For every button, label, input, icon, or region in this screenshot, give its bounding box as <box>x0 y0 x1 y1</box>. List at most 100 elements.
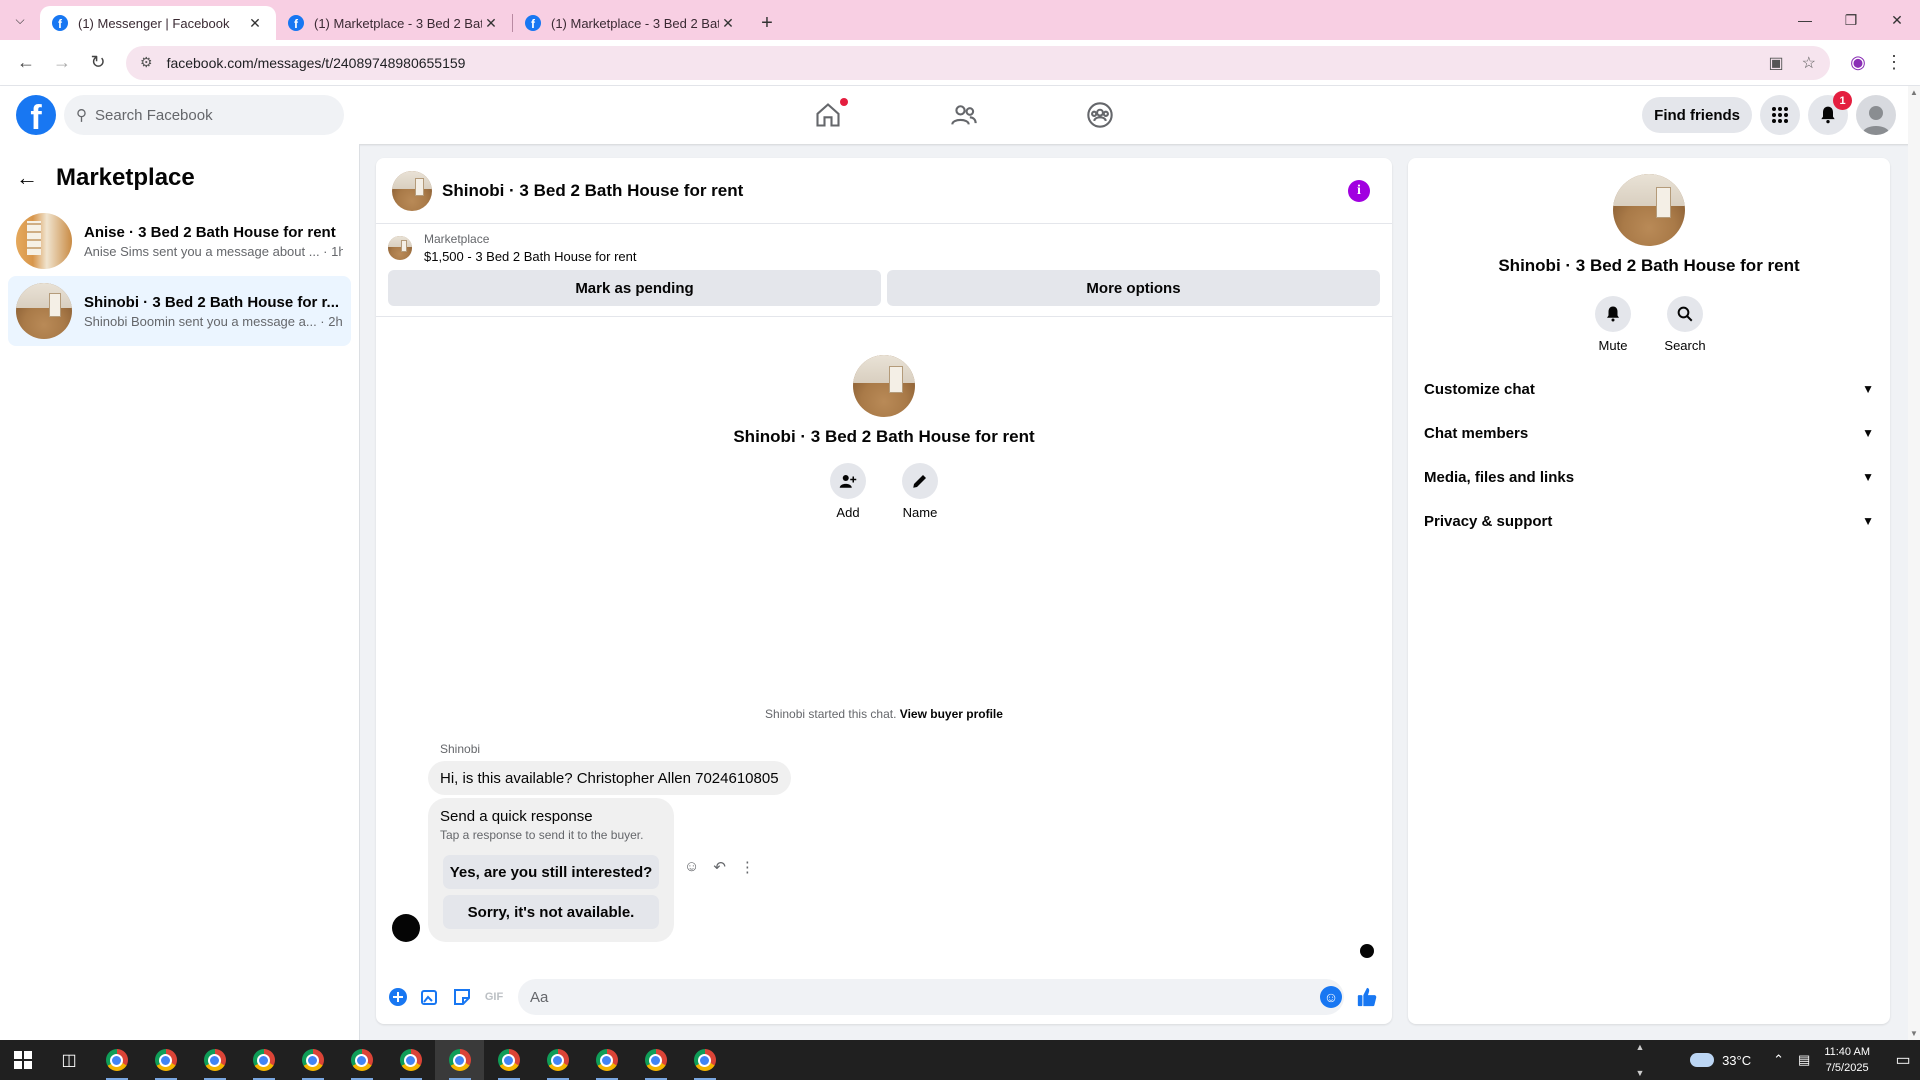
taskbar-chrome-13[interactable] <box>680 1040 729 1080</box>
bookmark-star-icon[interactable]: ☆ <box>1802 53 1816 73</box>
conversation-item-shinobi[interactable]: Shinobi · 3 Bed 2 Bath House for r... Sh… <box>8 276 351 346</box>
conversation-item-anise[interactable]: Anise · 3 Bed 2 Bath House for rent Anis… <box>8 206 351 276</box>
message-input[interactable] <box>518 979 1344 1015</box>
react-icon[interactable]: ☺ <box>684 858 699 876</box>
conversation-preview: Shinobi Boomin sent you a message a... ·… <box>84 313 343 329</box>
bell-icon <box>1821 106 1835 124</box>
add-people-button[interactable]: Add <box>830 463 866 520</box>
chevron-down-icon: ▼ <box>1862 514 1874 528</box>
windows-start-button[interactable] <box>0 1040 46 1080</box>
back-icon[interactable]: ← <box>8 45 44 81</box>
close-window-icon[interactable]: ✕ <box>1874 0 1920 40</box>
taskbar-chrome-8[interactable] <box>435 1040 484 1080</box>
friends-nav[interactable] <box>896 86 1032 144</box>
search-input[interactable] <box>95 106 315 124</box>
emoji-icon[interactable]: ☺ <box>1320 986 1342 1008</box>
tab-title: (1) Marketplace - 3 Bed 2 Bath H <box>551 15 719 31</box>
chrome-icon <box>301 1049 324 1071</box>
taskbar-chrome-7[interactable] <box>386 1040 435 1080</box>
network-icon[interactable]: ▤ <box>1798 1052 1810 1068</box>
system-clock[interactable]: 11:40 AM 7/5/2025 <box>1824 1044 1870 1076</box>
message-bubble[interactable]: Hi, is this available? Christopher Allen… <box>428 761 791 795</box>
sender-avatar[interactable] <box>392 914 420 942</box>
windows-logo-icon <box>14 1051 32 1069</box>
new-tab-button[interactable]: + <box>749 6 785 40</box>
address-bar[interactable]: ⚙ facebook.com/messages/t/24089748980655… <box>126 45 1830 80</box>
restore-icon[interactable]: ❐ <box>1828 0 1874 40</box>
sticker-icon[interactable] <box>448 983 476 1011</box>
section-customize-chat[interactable]: Customize chat ▼ <box>1408 367 1890 411</box>
plus-circle-icon[interactable] <box>384 983 412 1011</box>
browser-tab-messenger[interactable]: f (1) Messenger | Facebook ✕ <box>40 6 276 40</box>
taskbar-chrome-11[interactable] <box>582 1040 631 1080</box>
install-app-icon[interactable]: ▣ <box>1769 53 1784 73</box>
reload-icon[interactable]: ↻ <box>80 45 116 81</box>
notifications-button[interactable]: 1 <box>1808 91 1852 135</box>
menu-grid-button[interactable] <box>1760 95 1800 135</box>
quick-response-yes-button[interactable]: Yes, are you still interested? <box>444 856 658 888</box>
close-tab-icon[interactable]: ✕ <box>482 15 500 32</box>
facebook-favicon-icon: f <box>525 15 541 31</box>
chat-title[interactable]: Shinobi · 3 Bed 2 Bath House for rent <box>442 181 743 201</box>
scroll-down-icon[interactable]: ▼ <box>1910 1029 1918 1038</box>
listing-summary[interactable]: Marketplace $1,500 - 3 Bed 2 Bath House … <box>388 232 1380 264</box>
listing-actions: Mark as pending More options <box>388 270 1380 306</box>
account-avatar[interactable] <box>1856 95 1896 135</box>
taskbar-chrome-2[interactable] <box>141 1040 190 1080</box>
taskbar-scroll[interactable]: ▲ ▼ <box>1632 1040 1648 1080</box>
taskbar-chrome-4[interactable] <box>239 1040 288 1080</box>
home-nav[interactable] <box>760 86 896 144</box>
chrome-icon <box>105 1049 128 1071</box>
quick-response-sorry-button[interactable]: Sorry, it's not available. <box>444 896 658 928</box>
taskbar-chrome-10[interactable] <box>533 1040 582 1080</box>
minimize-icon[interactable]: — <box>1782 0 1828 40</box>
taskbar-chrome-12[interactable] <box>631 1040 680 1080</box>
site-info-icon[interactable]: ⚙ <box>140 54 153 71</box>
section-privacy-support[interactable]: Privacy & support ▼ <box>1408 499 1890 543</box>
section-chat-members[interactable]: Chat members ▼ <box>1408 411 1890 455</box>
mute-button[interactable]: Mute <box>1595 296 1631 353</box>
more-vertical-icon[interactable]: ⋮ <box>740 858 755 876</box>
facebook-search[interactable]: ⚲ <box>64 95 344 135</box>
section-media-files-links[interactable]: Media, files and links ▼ <box>1408 455 1890 499</box>
close-tab-icon[interactable]: ✕ <box>246 15 264 32</box>
chat-avatar[interactable] <box>392 170 432 211</box>
view-buyer-profile-link[interactable]: View buyer profile <box>900 707 1003 721</box>
profile-icon[interactable]: ◉ <box>1840 45 1876 81</box>
page-scrollbar[interactable]: ▲ ▼ <box>1908 86 1920 1040</box>
conversation-info-icon[interactable]: i <box>1348 180 1370 202</box>
notification-center-icon[interactable]: ▭ <box>1886 1050 1920 1070</box>
weather-widget[interactable]: 33°C <box>1690 1053 1751 1068</box>
search-conversation-button[interactable]: Search <box>1664 296 1706 353</box>
browser-tab-marketplace-1[interactable]: f (1) Marketplace - 3 Bed 2 Bath H ✕ <box>276 6 512 40</box>
groups-nav[interactable] <box>1032 86 1168 144</box>
facebook-logo-icon[interactable]: f <box>16 95 56 135</box>
taskbar-chrome-9[interactable] <box>484 1040 533 1080</box>
reply-icon[interactable]: ↶ <box>713 858 726 876</box>
back-arrow-icon[interactable]: ← <box>16 165 38 191</box>
close-tab-icon[interactable]: ✕ <box>719 15 737 32</box>
photo-icon[interactable] <box>416 983 444 1011</box>
browser-menu-icon[interactable]: ⋮ <box>1876 45 1912 81</box>
mark-as-pending-button[interactable]: Mark as pending <box>388 270 881 306</box>
find-friends-button[interactable]: Find friends <box>1642 97 1752 133</box>
forward-icon[interactable]: → <box>44 45 80 81</box>
taskbar-chrome-1[interactable] <box>92 1040 141 1080</box>
taskbar-chrome-6[interactable] <box>337 1040 386 1080</box>
chrome-icon <box>448 1049 471 1071</box>
more-options-button[interactable]: More options <box>887 270 1380 306</box>
chevron-down-icon[interactable]: ▼ <box>1636 1068 1645 1078</box>
url-text[interactable]: facebook.com/messages/t/2408974898065515… <box>167 55 1751 71</box>
thumbs-up-icon[interactable] <box>1350 980 1384 1014</box>
browser-tab-marketplace-2[interactable]: f (1) Marketplace - 3 Bed 2 Bath H ✕ <box>513 6 749 40</box>
tab-search-icon[interactable]: ⌵ <box>0 0 40 40</box>
gif-icon[interactable]: GIF <box>480 983 508 1011</box>
taskbar-chrome-3[interactable] <box>190 1040 239 1080</box>
show-hidden-icons-icon[interactable]: ⌃ <box>1773 1052 1784 1068</box>
taskbar-chrome-5[interactable] <box>288 1040 337 1080</box>
edit-name-button[interactable]: Name <box>902 463 938 520</box>
task-view-icon[interactable]: ◫ <box>46 1040 92 1080</box>
sidebar-header: ← Marketplace <box>0 150 359 206</box>
chevron-up-icon[interactable]: ▲ <box>1636 1042 1645 1052</box>
scroll-up-icon[interactable]: ▲ <box>1910 88 1918 97</box>
